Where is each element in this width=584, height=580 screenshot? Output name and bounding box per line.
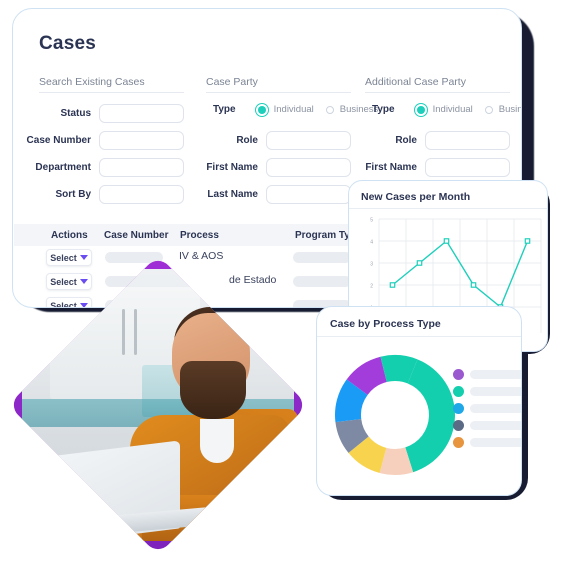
field-label-case-number: Case Number bbox=[26, 135, 91, 146]
legend-color-dot bbox=[453, 420, 464, 431]
department-input[interactable] bbox=[99, 158, 184, 177]
svg-text:2: 2 bbox=[370, 284, 373, 290]
donut-chart-title: Case by Process Type bbox=[330, 318, 441, 330]
legend-item bbox=[453, 369, 521, 380]
legend-label-placeholder bbox=[470, 438, 521, 447]
legend-label-placeholder bbox=[470, 421, 521, 430]
legend-label-placeholder bbox=[470, 370, 521, 379]
cp-first-name-input[interactable] bbox=[266, 158, 351, 177]
cp-role-input[interactable] bbox=[266, 131, 351, 150]
acp-option-business: Business bbox=[498, 104, 522, 115]
status-input[interactable] bbox=[99, 104, 184, 123]
table-col-process: Process bbox=[180, 230, 219, 241]
sort-by-input[interactable] bbox=[99, 185, 184, 204]
photo-clip bbox=[8, 255, 308, 555]
acp-first-name-input[interactable] bbox=[425, 158, 510, 177]
acp-radio-business[interactable] bbox=[484, 105, 493, 114]
svg-text:4: 4 bbox=[370, 240, 373, 246]
table-col-actions: Actions bbox=[51, 230, 88, 241]
case-party-option-individual: Individual bbox=[273, 104, 314, 115]
svg-text:3: 3 bbox=[370, 262, 373, 268]
donut-chart-plot bbox=[335, 355, 455, 475]
field-label-cp-first-name: First Name bbox=[206, 162, 258, 173]
page-title: Cases bbox=[39, 33, 96, 54]
legend-color-dot bbox=[453, 437, 464, 448]
acp-role-input[interactable] bbox=[425, 131, 510, 150]
field-label-sort-by: Sort By bbox=[55, 189, 91, 200]
acp-option-individual: Individual bbox=[432, 104, 473, 115]
legend-item bbox=[453, 386, 521, 397]
acp-radio-individual[interactable] bbox=[416, 105, 425, 114]
line-chart-title: New Cases per Month bbox=[361, 191, 471, 203]
section-heading-search: Search Existing Cases bbox=[39, 76, 145, 88]
field-label-department: Department bbox=[35, 162, 91, 173]
line-card-divider bbox=[349, 208, 547, 209]
legend-color-dot bbox=[453, 403, 464, 414]
legend-color-dot bbox=[453, 386, 464, 397]
legend-item bbox=[453, 437, 521, 448]
person-at-laptop-photo bbox=[21, 269, 298, 546]
legend-color-dot bbox=[453, 369, 464, 380]
case-party-radio-business[interactable] bbox=[325, 105, 334, 114]
field-label-status: Status bbox=[60, 108, 91, 119]
case-party-radio-individual[interactable] bbox=[257, 105, 266, 114]
svg-text:5: 5 bbox=[370, 218, 373, 224]
legend-label-placeholder bbox=[470, 404, 521, 413]
field-label-cp-last-name: Last Name bbox=[207, 189, 258, 200]
field-label-acp-first-name: First Name bbox=[365, 162, 417, 173]
case-party-type-label: Type bbox=[213, 104, 236, 115]
donut-card-divider bbox=[317, 336, 521, 337]
legend-item bbox=[453, 420, 521, 431]
donut-slice bbox=[405, 359, 455, 473]
legend-label-placeholder bbox=[470, 387, 521, 396]
section-divider-3 bbox=[365, 92, 510, 93]
case-by-process-type-card: Case by Process Type bbox=[316, 306, 522, 496]
screenshot-stage: Cases Search Existing Cases Case Party A… bbox=[0, 0, 584, 580]
decorative-photo-diamond bbox=[8, 255, 308, 555]
section-divider-1 bbox=[39, 92, 184, 93]
section-heading-additional: Additional Case Party bbox=[365, 76, 466, 88]
field-label-cp-role: Role bbox=[236, 135, 258, 146]
section-heading-case-party: Case Party bbox=[206, 76, 258, 88]
cp-last-name-input[interactable] bbox=[266, 185, 351, 204]
table-col-case-number: Case Number bbox=[104, 230, 169, 241]
legend-item bbox=[453, 403, 521, 414]
section-divider-2 bbox=[206, 92, 351, 93]
acp-type-label: Type bbox=[372, 104, 395, 115]
field-label-acp-role: Role bbox=[395, 135, 417, 146]
case-number-input[interactable] bbox=[99, 131, 184, 150]
